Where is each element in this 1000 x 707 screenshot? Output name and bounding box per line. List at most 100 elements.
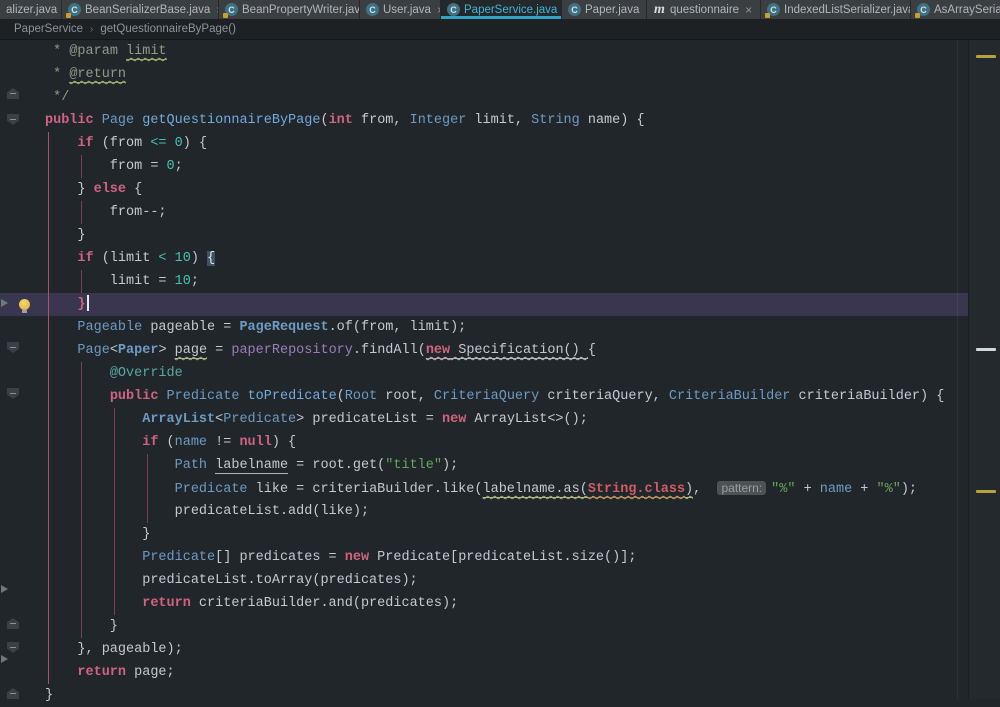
code-line[interactable]: predicateList.toArray(predicates);: [0, 569, 968, 592]
class-file-icon: C: [366, 3, 379, 16]
code-line[interactable]: Page<Paper> page = paperRepository.findA…: [0, 339, 968, 362]
code-token: getQuestionnaireByPage: [142, 113, 320, 128]
code-token: [] predicates =: [215, 550, 345, 565]
breadcrumb-bar: PaperService › getQuestionnaireByPage(): [0, 19, 1000, 40]
code-token: name) {: [580, 113, 645, 128]
code-line[interactable]: * @return: [0, 63, 968, 86]
code-line[interactable]: public Predicate toPredicate(Root root, …: [0, 385, 968, 408]
code-token: Specification(): [450, 343, 588, 359]
code-line[interactable]: * @param limit: [0, 40, 968, 63]
code-token: @Override: [110, 366, 183, 381]
code-token: from,: [353, 113, 410, 128]
close-icon[interactable]: ×: [745, 4, 752, 16]
code-token: predicateList.toArray(predicates);: [45, 573, 418, 588]
code-token: (: [158, 435, 174, 450]
editor-tab[interactable]: CPaper.java×: [562, 0, 647, 19]
code-line[interactable]: }: [0, 293, 968, 316]
code-line[interactable]: }: [0, 684, 968, 707]
code-line[interactable]: if (name != null) {: [0, 431, 968, 454]
code-token: );: [901, 482, 917, 497]
code-line[interactable]: ArrayList<Predicate> predicateList = new…: [0, 408, 968, 431]
tab-label: User.java: [383, 4, 431, 16]
code-line[interactable]: }: [0, 615, 968, 638]
inline-parameter-hint: pattern:: [717, 481, 766, 495]
code-token: [45, 550, 142, 565]
code-token: *: [45, 44, 69, 59]
tab-label: alizer.java: [6, 4, 57, 16]
code-token: ArrayList: [142, 412, 215, 427]
code-line[interactable]: Predicate like = criteriaBuilder.like(la…: [0, 477, 968, 500]
code-line[interactable]: @Override: [0, 362, 968, 385]
code-token: [207, 458, 215, 473]
tab-label: AsArraySerializer.java: [934, 4, 1000, 16]
editor-tab[interactable]: CBeanSerializerBase.java×: [62, 0, 219, 19]
editor-tab[interactable]: CUser.java×: [360, 0, 441, 19]
code-line[interactable]: }, pageable);: [0, 638, 968, 661]
chevron-right-icon: ›: [90, 24, 93, 35]
code-line[interactable]: } else {: [0, 178, 968, 201]
code-token: [167, 251, 175, 266]
code-token: [45, 458, 175, 473]
code-token: "%": [771, 482, 795, 497]
editor-tab[interactable]: CAsArraySerializer.java×: [911, 0, 1000, 19]
tab-label: Paper.java: [585, 4, 639, 16]
breadcrumb-item-class[interactable]: PaperService: [14, 23, 83, 35]
editor[interactable]: * @param limit * @return */ public Page g…: [0, 40, 1000, 699]
code-token: {: [588, 343, 596, 358]
code-token: [45, 389, 110, 404]
code-token: (: [320, 113, 328, 128]
code-token: [118, 44, 126, 59]
code-line[interactable]: Predicate[] predicates = new Predicate[p…: [0, 546, 968, 569]
class-file-icon: C: [68, 3, 81, 16]
editor-tab[interactable]: CPaperService.java×: [441, 0, 562, 19]
code-token: */: [45, 90, 69, 105]
class-file-icon: C: [568, 3, 581, 16]
code-token: name: [820, 482, 852, 497]
code-token: Path: [175, 458, 207, 473]
code-token: limit =: [45, 274, 175, 289]
code-line[interactable]: from--;: [0, 201, 968, 224]
code-token: Predicate: [142, 550, 215, 565]
code-line[interactable]: Path labelname = root.get("title");: [0, 454, 968, 477]
code-line[interactable]: }: [0, 224, 968, 247]
code-line[interactable]: */: [0, 86, 968, 109]
code-token: pageable =: [142, 320, 239, 335]
code-token: ) {: [272, 435, 296, 450]
code-token: null: [239, 435, 271, 450]
code-area[interactable]: * @param limit * @return */ public Page g…: [0, 40, 968, 707]
code-line[interactable]: return page;: [0, 661, 968, 684]
code-token: [239, 389, 247, 404]
code-token: <=: [150, 136, 166, 151]
error-stripe-mark[interactable]: [976, 490, 996, 493]
code-token: Predicate: [223, 412, 296, 427]
code-line[interactable]: Pageable pageable = PageRequest.of(from,…: [0, 316, 968, 339]
code-line[interactable]: if (from <= 0) {: [0, 132, 968, 155]
editor-tab[interactable]: CBeanPropertyWriter.java×: [219, 0, 360, 19]
editor-tab[interactable]: alizer.java×: [0, 0, 62, 19]
code-token: <: [110, 343, 118, 358]
code-token: new: [442, 412, 466, 427]
code-line[interactable]: from = 0;: [0, 155, 968, 178]
code-token: Integer: [410, 113, 467, 128]
breadcrumb-item-method[interactable]: getQuestionnaireByPage(): [100, 23, 236, 35]
error-stripe[interactable]: [968, 40, 1000, 699]
error-stripe-mark[interactable]: [976, 348, 996, 351]
code-token: +: [852, 482, 876, 497]
code-line[interactable]: public Page getQuestionnaireByPage(int f…: [0, 109, 968, 132]
editor-tab[interactable]: CIndexedListSerializer.java×: [761, 0, 911, 19]
editor-tab-bar: alizer.java×CBeanSerializerBase.java×CBe…: [0, 0, 1000, 19]
error-stripe-mark[interactable]: [976, 55, 996, 58]
code-line[interactable]: return criteriaBuilder.and(predicates);: [0, 592, 968, 615]
code-token: = root.get(: [288, 458, 385, 473]
text-caret: [87, 295, 89, 311]
code-token: ;: [175, 159, 183, 174]
class-file-icon: C: [225, 3, 238, 16]
editor-tab[interactable]: mquestionnaire×: [647, 0, 761, 19]
code-token: 0: [167, 159, 175, 174]
code-line[interactable]: predicateList.add(like);: [0, 500, 968, 523]
code-token: [45, 136, 77, 151]
code-line[interactable]: }: [0, 523, 968, 546]
code-line[interactable]: if (limit < 10) {: [0, 247, 968, 270]
code-token: labelname.as(: [483, 482, 588, 498]
code-line[interactable]: limit = 10;: [0, 270, 968, 293]
